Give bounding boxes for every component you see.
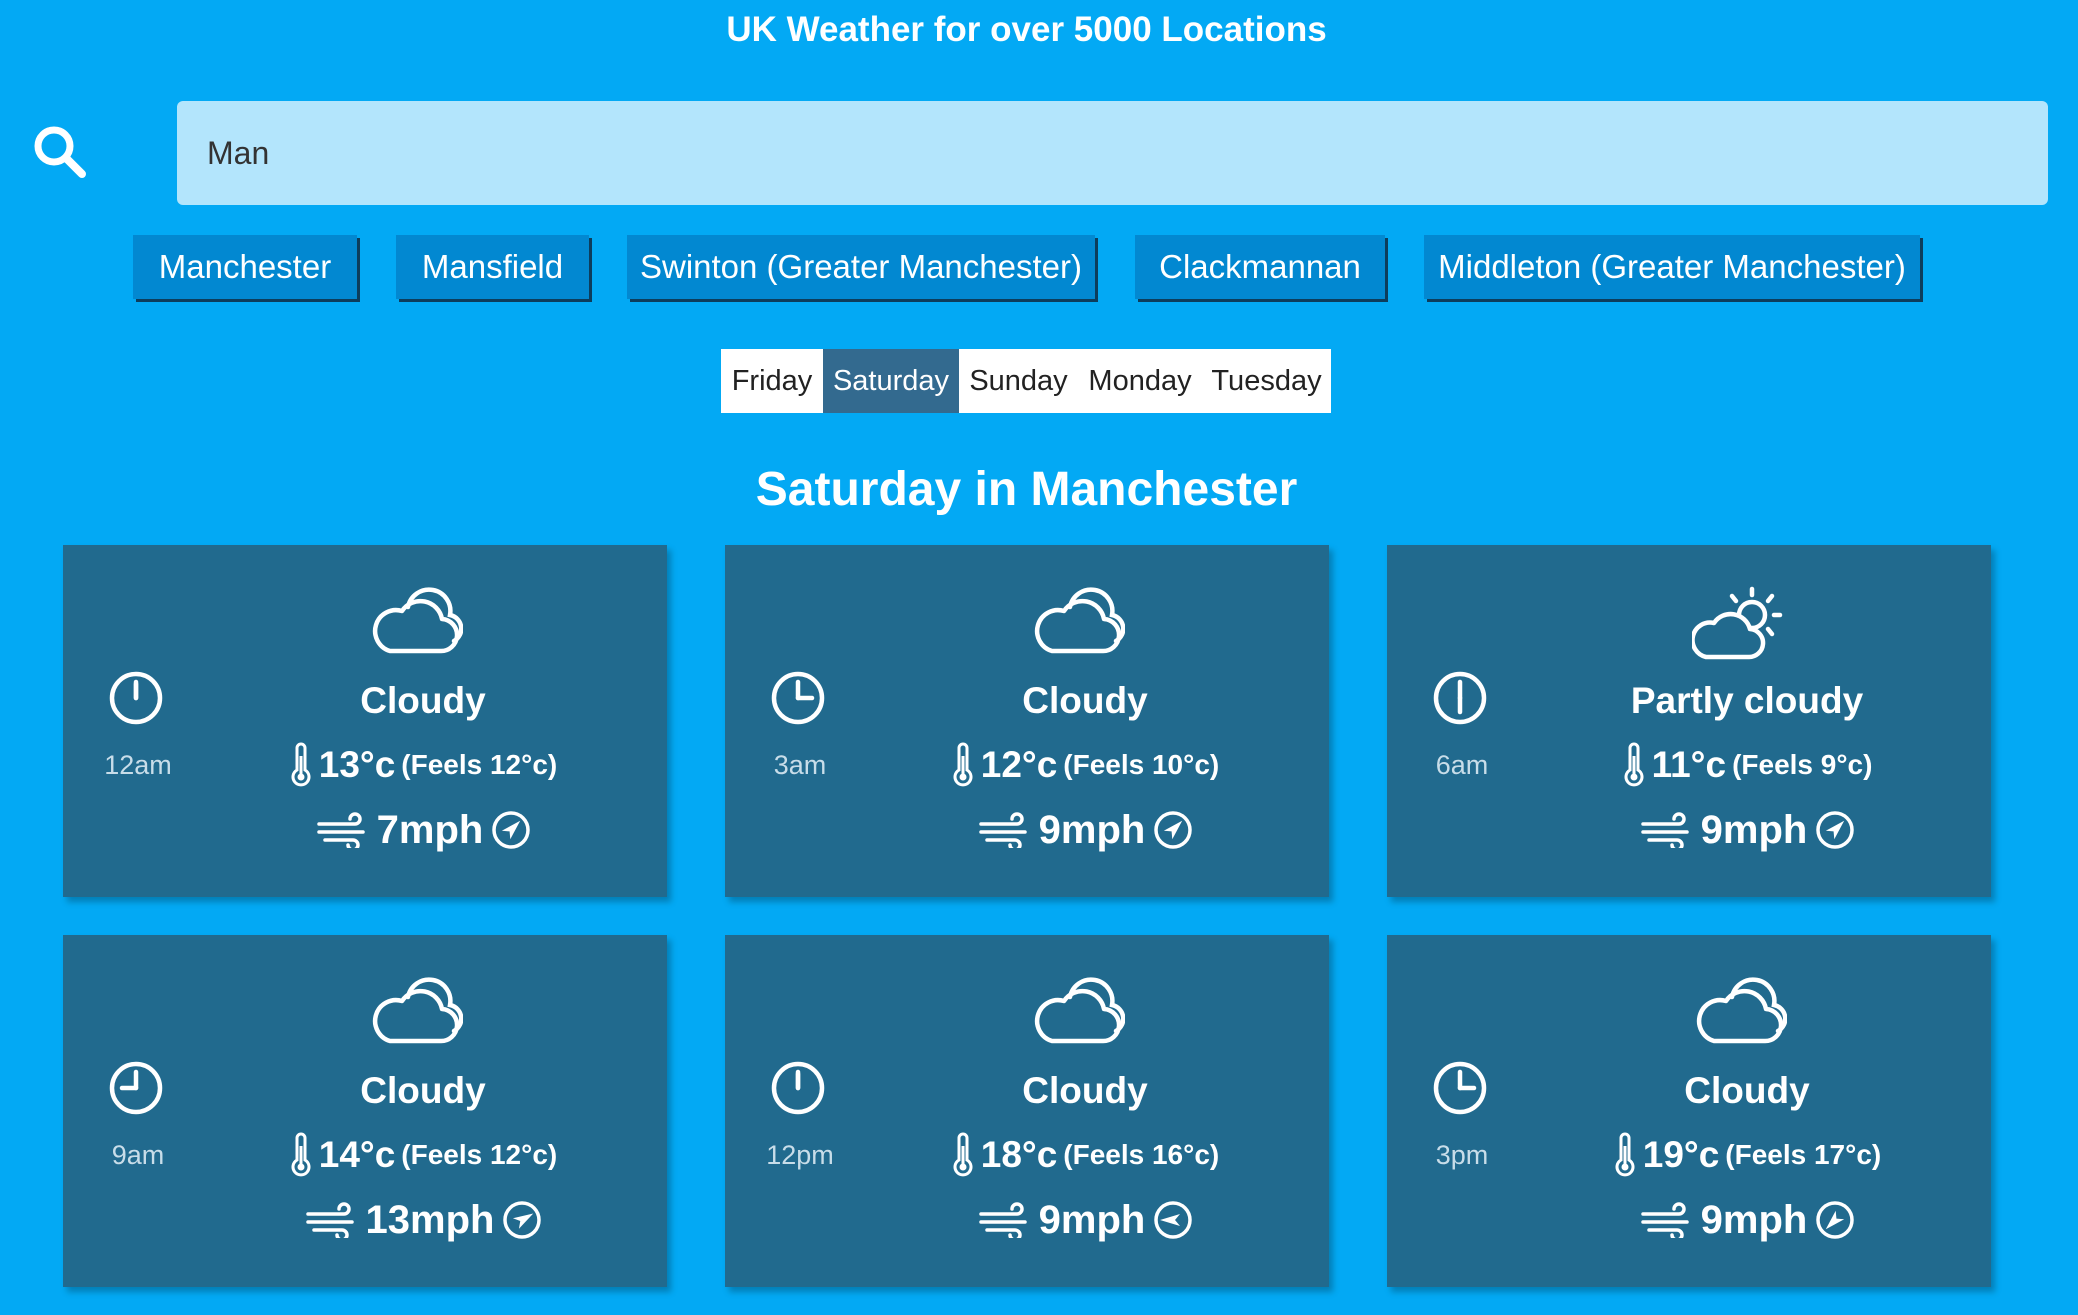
wind-direction-icon (1154, 811, 1193, 849)
search-input[interactable] (177, 101, 2048, 205)
feels-like-value: (Feels 9°c) (1732, 749, 1873, 780)
wind-direction-icon (492, 811, 531, 849)
condition-label: Partly cloudy (1630, 680, 1864, 721)
tab-friday[interactable]: Friday (721, 349, 823, 413)
suggestion-list: Manchester Mansfield Swinton (Greater Ma… (0, 235, 2078, 303)
wind-speed-value: 9mph (1700, 807, 1808, 852)
thermometer-icon (291, 742, 311, 787)
thermometer-icon (953, 742, 973, 787)
temperature-row: 13°c (Feels 12°c) (223, 740, 623, 790)
condition-label: Cloudy (1684, 1070, 1810, 1111)
wind-speed-value: 9mph (1700, 1197, 1808, 1242)
clock-icon (771, 671, 825, 725)
temperature-row: 11°c (Feels 9°c) (1547, 740, 1947, 790)
temperature-value: 11°c (1651, 744, 1727, 785)
wind-row: 9mph (885, 1193, 1285, 1247)
forecast-card: 6am Partly cloudy 11°c (Feels 9°c) 9mph (1387, 545, 1991, 897)
suggestion-middleton[interactable]: Middleton (Greater Manchester) (1424, 235, 1920, 299)
thermometer-icon (1624, 742, 1644, 787)
app-title: UK Weather for over 5000 Locations (726, 10, 1327, 49)
tab-tuesday[interactable]: Tuesday (1202, 349, 1331, 413)
wind-speed-value: 9mph (1038, 1197, 1146, 1242)
temperature-value: 18°c (980, 1134, 1058, 1175)
wind-row: 9mph (885, 803, 1285, 857)
suggestion-mansfield[interactable]: Mansfield (396, 235, 589, 299)
cloud-icon (1692, 975, 1788, 1053)
wind-speed-value: 7mph (376, 807, 484, 852)
suggestion-manchester[interactable]: Manchester (133, 235, 357, 299)
wind-icon (316, 812, 365, 848)
wind-speed-value: 9mph (1038, 807, 1146, 852)
cloud-icon (1030, 975, 1126, 1053)
temperature-value: 13°c (318, 744, 396, 785)
wind-speed-value: 13mph (365, 1197, 495, 1242)
suggestion-swinton[interactable]: Swinton (Greater Manchester) (627, 235, 1095, 299)
condition-label: Cloudy (1022, 1070, 1148, 1111)
condition-label: Cloudy (360, 680, 486, 721)
forecast-card: 3am Cloudy 12°c (Feels 10°c) 9mph (725, 545, 1329, 897)
wind-row: 9mph (1547, 1193, 1947, 1247)
search-icon[interactable] (30, 122, 90, 182)
cloud-icon (1030, 585, 1126, 663)
partly-cloudy-icon (1690, 585, 1787, 663)
time-label: 9am (111, 1140, 165, 1170)
tab-saturday[interactable]: Saturday (823, 349, 959, 413)
condition-label: Cloudy (1022, 680, 1148, 721)
day-tabs: Friday Saturday Sunday Monday Tuesday (721, 349, 1331, 413)
feels-like-value: (Feels 12°c) (401, 749, 558, 780)
condition-label: Cloudy (360, 1070, 486, 1111)
temperature-row: 18°c (Feels 16°c) (885, 1130, 1285, 1180)
temperature-row: 14°c (Feels 12°c) (223, 1130, 623, 1180)
wind-icon (978, 1202, 1027, 1238)
thermometer-icon (953, 1132, 973, 1177)
temperature-row: 12°c (Feels 10°c) (885, 740, 1285, 790)
temperature-value: 19°c (1642, 1134, 1720, 1175)
cloud-icon (368, 975, 464, 1053)
time-label: 12pm (766, 1140, 834, 1170)
wind-direction-icon (1816, 811, 1855, 849)
temperature-value: 14°c (318, 1134, 396, 1175)
feels-like-value: (Feels 12°c) (401, 1139, 558, 1170)
feels-like-value: (Feels 17°c) (1725, 1139, 1882, 1170)
clock-icon (1433, 1061, 1487, 1115)
wind-icon (305, 1202, 354, 1238)
tab-sunday[interactable]: Sunday (959, 349, 1078, 413)
forecast-card: 9am Cloudy 14°c (Feels 12°c) 13mph (63, 935, 667, 1287)
wind-row: 13mph (223, 1193, 623, 1247)
feels-like-value: (Feels 16°c) (1063, 1139, 1220, 1170)
day-heading: Saturday in Manchester (755, 463, 1298, 516)
forecast-card: 12pm Cloudy 18°c (Feels 16°c) 9mph (725, 935, 1329, 1287)
forecast-card: 3pm Cloudy 19°c (Feels 17°c) 9mph (1387, 935, 1991, 1287)
temperature-row: 19°c (Feels 17°c) (1547, 1130, 1947, 1180)
wind-direction-icon (1816, 1201, 1855, 1239)
thermometer-icon (1615, 1132, 1635, 1177)
wind-row: 9mph (1547, 803, 1947, 857)
wind-direction-icon (503, 1201, 542, 1239)
time-label: 3am (773, 750, 827, 780)
wind-icon (1640, 812, 1689, 848)
wind-direction-icon (1154, 1201, 1193, 1239)
clock-icon (109, 1061, 163, 1115)
forecast-card: 12am Cloudy 13°c (Feels 12°c) 7mph (63, 545, 667, 897)
temperature-value: 12°c (980, 744, 1058, 785)
suggestion-clackmannan[interactable]: Clackmannan (1135, 235, 1385, 299)
wind-icon (978, 812, 1027, 848)
clock-icon (771, 1061, 825, 1115)
wind-row: 7mph (223, 803, 623, 857)
cloud-icon (368, 585, 464, 663)
time-label: 6am (1435, 750, 1489, 780)
time-label: 12am (104, 750, 172, 780)
thermometer-icon (291, 1132, 311, 1177)
clock-icon (1433, 671, 1487, 725)
wind-icon (1640, 1202, 1689, 1238)
feels-like-value: (Feels 10°c) (1063, 749, 1220, 780)
clock-icon (109, 671, 163, 725)
tab-monday[interactable]: Monday (1078, 349, 1202, 413)
time-label: 3pm (1435, 1140, 1489, 1170)
